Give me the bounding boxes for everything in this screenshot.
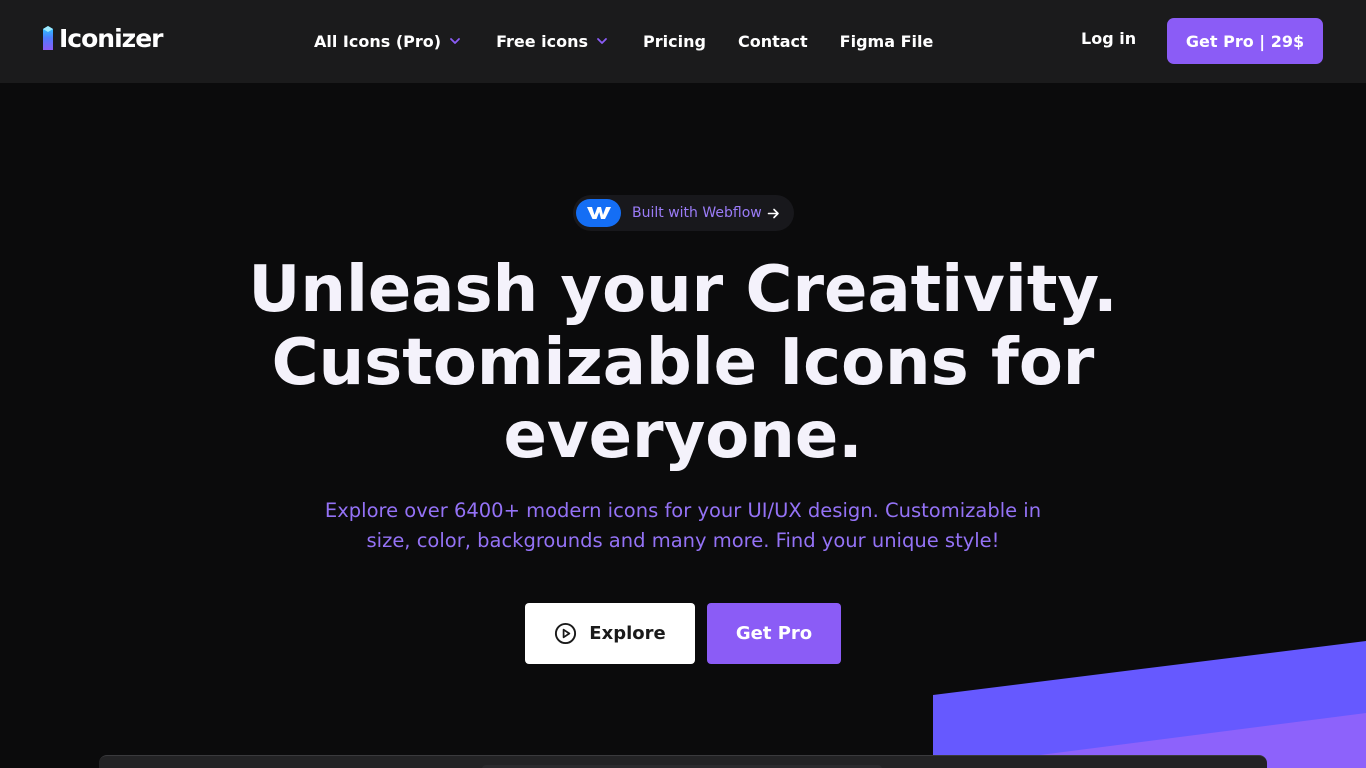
- nav-item-label: All Icons (Pro): [314, 31, 442, 51]
- arrow-right-icon: [767, 208, 779, 219]
- hero-title-line: everyone.: [503, 399, 863, 473]
- chevron-down-icon: [597, 38, 607, 44]
- hero-title-line: Unleash your Creativity.: [248, 253, 1118, 327]
- brand-logo-icon: [43, 26, 53, 50]
- hero-subtitle-line: Explore over 6400+ modern icons for your…: [324, 499, 1042, 522]
- get-pro-nav-button[interactable]: Get Pro | 29$: [1167, 18, 1323, 64]
- brand-name: Iconizer: [59, 23, 163, 53]
- nav-free-icons[interactable]: Free icons: [496, 32, 609, 51]
- built-with-webflow-badge[interactable]: Built with Webflow: [573, 195, 794, 231]
- get-pro-button[interactable]: Get Pro: [707, 603, 841, 664]
- webflow-logo-icon: [586, 207, 611, 219]
- nav-pricing[interactable]: Pricing: [643, 32, 706, 51]
- explore-button[interactable]: Explore: [525, 603, 695, 664]
- nav-all-icons-pro[interactable]: All Icons (Pro): [314, 32, 462, 51]
- play-circle-icon: [555, 622, 577, 645]
- nav-contact[interactable]: Contact: [738, 32, 808, 51]
- hero-subtitle-line: size, color, backgrounds and many more. …: [366, 529, 1000, 552]
- brand-logo[interactable]: Iconizer: [42, 23, 163, 53]
- nav-item-label: Figma File: [839, 31, 934, 51]
- webflow-pill: [576, 199, 621, 227]
- explore-button-label: Explore: [589, 623, 666, 644]
- nav-item-label: Pricing: [643, 31, 706, 51]
- hero-title: Unleash your Creativity. Customizable Ic…: [183, 254, 1183, 473]
- primary-nav: All Icons (Pro) Free icons Pricing Conta…: [314, 29, 965, 53]
- top-navbar: Iconizer All Icons (Pro) Free icons Pric…: [0, 0, 1366, 83]
- badge-label: Built with Webflow: [632, 205, 762, 221]
- nav-item-label: Free icons: [496, 31, 589, 51]
- chevron-down-icon: [450, 38, 460, 44]
- hero-title-line: Customizable Icons for: [271, 326, 1095, 400]
- decor-blue-shape: [933, 641, 1366, 768]
- nav-item-label: Contact: [737, 31, 808, 51]
- hero-subtitle: Explore over 6400+ modern icons for your…: [283, 496, 1083, 556]
- nav-figma-file[interactable]: Figma File: [840, 32, 934, 51]
- page: Iconizer All Icons (Pro) Free icons Pric…: [0, 0, 1366, 768]
- login-link[interactable]: Log in: [1081, 29, 1136, 48]
